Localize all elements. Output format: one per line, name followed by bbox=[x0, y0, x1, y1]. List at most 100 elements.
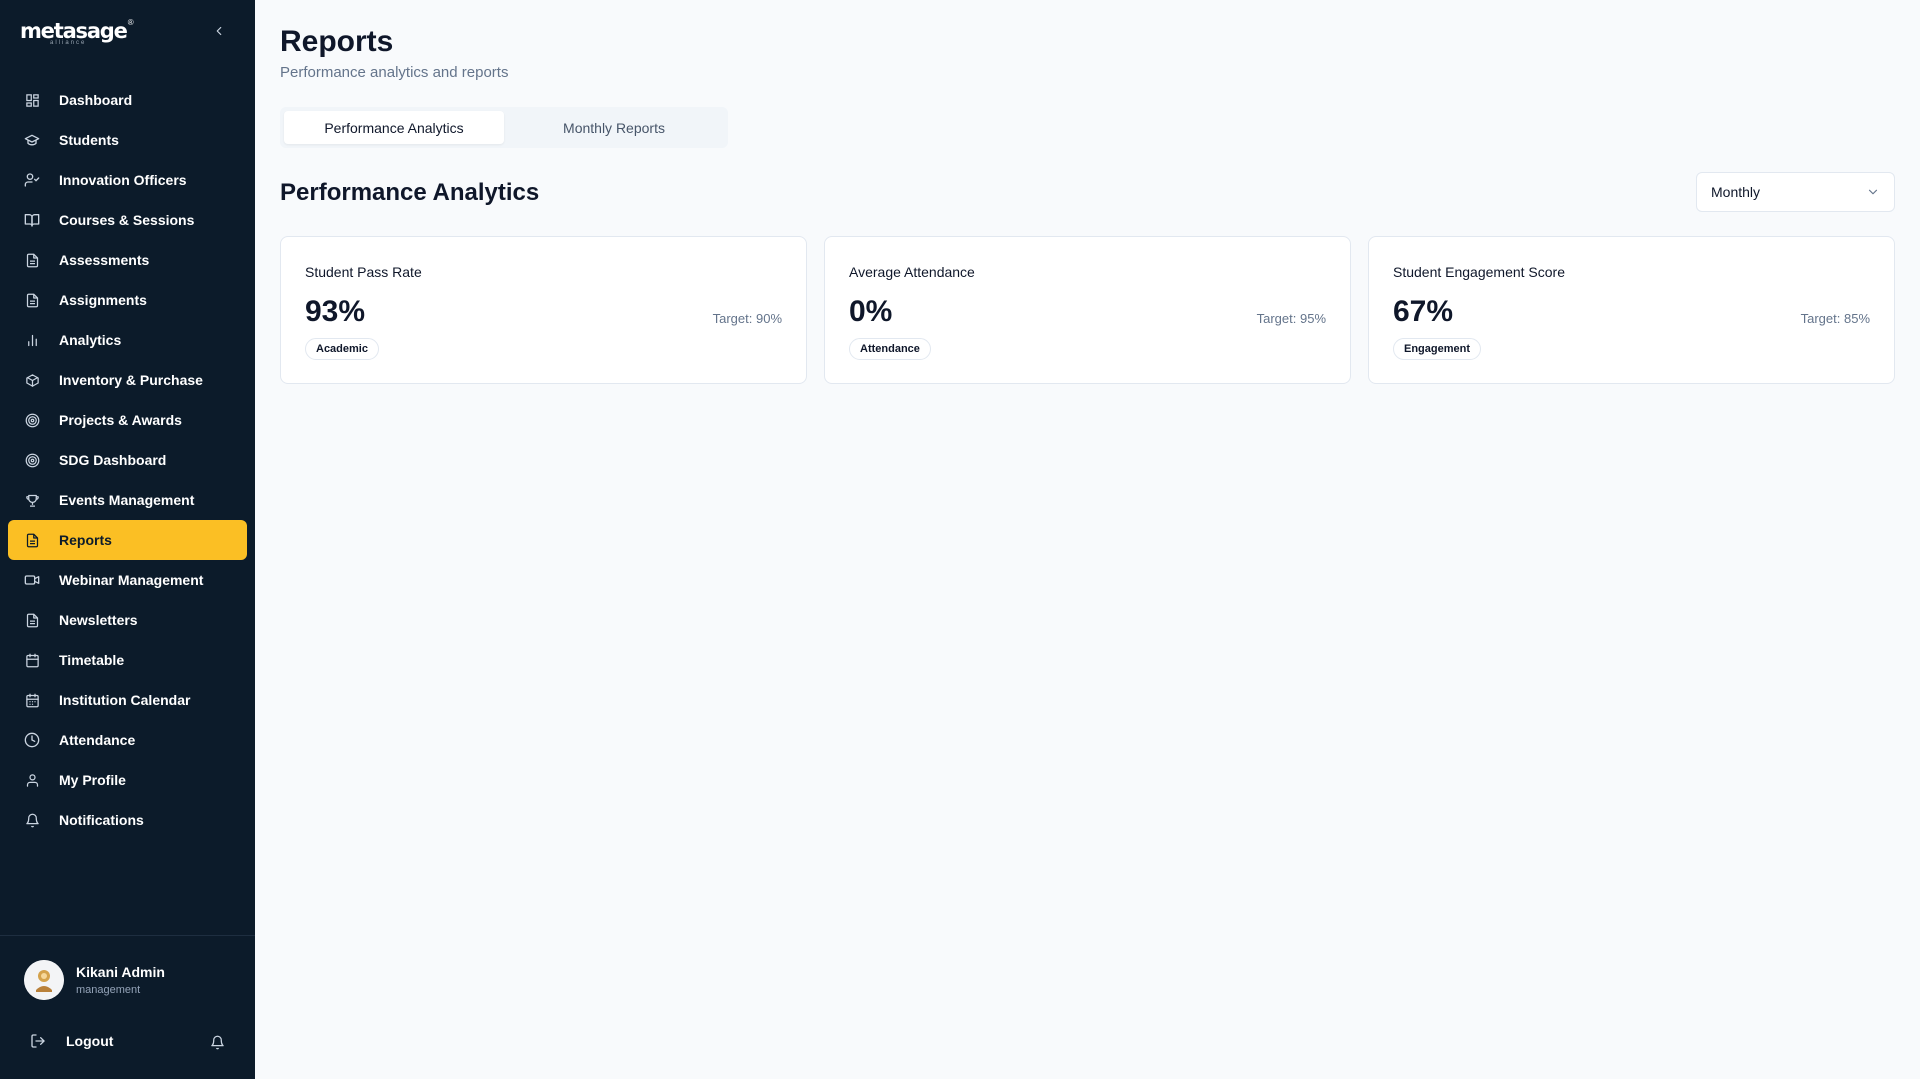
sidebar-item-label: Timetable bbox=[59, 652, 125, 668]
footer-notifications-button[interactable] bbox=[210, 1035, 228, 1053]
graduation-cap-icon bbox=[24, 132, 40, 148]
user-profile[interactable]: Kikani Admin management bbox=[24, 960, 165, 1000]
book-open-icon bbox=[24, 212, 40, 228]
sidebar-item-label: Events Management bbox=[59, 492, 195, 508]
sidebar-item-label: Attendance bbox=[59, 732, 136, 748]
metric-card-target: Target: 85% bbox=[1800, 311, 1870, 326]
sidebar-item-label: Institution Calendar bbox=[59, 692, 191, 708]
sidebar-item-analytics[interactable]: Analytics bbox=[8, 320, 247, 360]
file-text-icon bbox=[24, 252, 40, 268]
tab-performance-analytics[interactable]: Performance Analytics bbox=[284, 111, 504, 144]
metric-card-title: Student Pass Rate bbox=[305, 264, 422, 280]
metric-card-tag: Attendance bbox=[849, 338, 931, 360]
sidebar-item-label: Newsletters bbox=[59, 612, 138, 628]
sidebar-item-timetable[interactable]: Timetable bbox=[8, 640, 247, 680]
package-icon bbox=[24, 372, 40, 388]
tab-monthly-reports[interactable]: Monthly Reports bbox=[504, 111, 724, 144]
sidebar-item-label: Courses & Sessions bbox=[59, 212, 195, 228]
sidebar-item-label: Inventory & Purchase bbox=[59, 372, 203, 388]
metric-card-title: Student Engagement Score bbox=[1393, 264, 1566, 280]
sidebar-item-label: Reports bbox=[59, 532, 112, 548]
metric-card-engagement: Student Engagement Score 67% Target: 85%… bbox=[1368, 236, 1895, 384]
sidebar-item-label: Webinar Management bbox=[59, 572, 204, 588]
registered-mark: ® bbox=[127, 18, 134, 27]
sidebar-item-assignments[interactable]: Assignments bbox=[8, 280, 247, 320]
sidebar-item-label: Innovation Officers bbox=[59, 172, 187, 188]
metric-card-value: 67% bbox=[1393, 295, 1454, 328]
user-role: management bbox=[76, 984, 141, 996]
sidebar-item-institution-calendar[interactable]: Institution Calendar bbox=[8, 680, 247, 720]
report-tabs: Performance Analytics Monthly Reports bbox=[280, 107, 728, 148]
metric-card-value: 0% bbox=[849, 295, 893, 328]
sidebar-item-courses-sessions[interactable]: Courses & Sessions bbox=[8, 200, 247, 240]
calendar-icon bbox=[24, 652, 40, 668]
sidebar-item-innovation-officers[interactable]: Innovation Officers bbox=[8, 160, 247, 200]
sidebar-item-label: Analytics bbox=[59, 332, 122, 348]
chevron-left-icon bbox=[216, 26, 222, 36]
sidebar-item-label: Notifications bbox=[59, 812, 144, 828]
sidebar-item-label: Dashboard bbox=[59, 92, 133, 108]
bar-chart-icon bbox=[24, 332, 40, 348]
brand-subtext: alliance bbox=[50, 40, 87, 46]
logout-label: Logout bbox=[66, 1033, 114, 1049]
sidebar-divider bbox=[0, 935, 255, 936]
sidebar-item-dashboard[interactable]: Dashboard bbox=[8, 80, 247, 120]
sidebar-item-events-management[interactable]: Events Management bbox=[8, 480, 247, 520]
bell-icon bbox=[211, 1035, 224, 1050]
target-icon bbox=[24, 412, 40, 428]
period-select[interactable]: Monthly bbox=[1696, 172, 1895, 212]
metric-card-target: Target: 90% bbox=[712, 311, 782, 326]
metric-card-target: Target: 95% bbox=[1256, 311, 1326, 326]
sidebar-item-reports[interactable]: Reports bbox=[8, 520, 247, 560]
page-subtitle: Performance analytics and reports bbox=[280, 64, 509, 81]
sidebar-item-webinar-management[interactable]: Webinar Management bbox=[8, 560, 247, 600]
main-content: Reports Performance analytics and report… bbox=[255, 0, 1920, 1079]
sidebar-item-attendance[interactable]: Attendance bbox=[8, 720, 247, 760]
metric-card-value: 93% bbox=[305, 295, 366, 328]
metric-card-tag: Engagement bbox=[1393, 338, 1482, 360]
page-title: Reports bbox=[280, 25, 394, 58]
metric-card-attendance: Average Attendance 0% Target: 95% Attend… bbox=[824, 236, 1351, 384]
sidebar-item-label: Projects & Awards bbox=[59, 412, 182, 428]
sidebar-item-label: Students bbox=[59, 132, 119, 148]
sidebar-item-projects-awards[interactable]: Projects & Awards bbox=[8, 400, 247, 440]
user-name: Kikani Admin bbox=[76, 964, 165, 980]
file-text-icon bbox=[24, 612, 40, 628]
trophy-icon bbox=[24, 492, 40, 508]
avatar bbox=[24, 960, 64, 1000]
metric-cards: Student Pass Rate 93% Target: 90% Academ… bbox=[280, 236, 1895, 384]
calendar-days-icon bbox=[24, 692, 40, 708]
user-icon bbox=[24, 772, 40, 788]
sidebar-nav: Dashboard Students Innovation Officers C… bbox=[8, 80, 247, 840]
metric-card-pass-rate: Student Pass Rate 93% Target: 90% Academ… bbox=[280, 236, 807, 384]
sidebar-item-label: My Profile bbox=[59, 772, 126, 788]
bell-icon bbox=[24, 812, 40, 828]
metric-card-title: Average Attendance bbox=[849, 264, 975, 280]
chevron-down-icon bbox=[1868, 189, 1878, 195]
sidebar-item-inventory-purchase[interactable]: Inventory & Purchase bbox=[8, 360, 247, 400]
logout-button[interactable]: Logout bbox=[30, 1033, 113, 1049]
metric-card-tag: Academic bbox=[305, 338, 379, 360]
sidebar-item-sdg-dashboard[interactable]: SDG Dashboard bbox=[8, 440, 247, 480]
section-title: Performance Analytics bbox=[280, 179, 540, 206]
sidebar-item-assessments[interactable]: Assessments bbox=[8, 240, 247, 280]
sidebar-item-label: Assessments bbox=[59, 252, 150, 268]
file-text-icon bbox=[24, 532, 40, 548]
sidebar-item-label: Assignments bbox=[59, 292, 147, 308]
sidebar-item-newsletters[interactable]: Newsletters bbox=[8, 600, 247, 640]
collapse-sidebar-button[interactable] bbox=[208, 20, 230, 42]
brand-logo[interactable]: metasage ® alliance bbox=[20, 18, 134, 48]
clock-icon bbox=[24, 732, 40, 748]
sidebar-item-my-profile[interactable]: My Profile bbox=[8, 760, 247, 800]
sidebar-item-notifications[interactable]: Notifications bbox=[8, 800, 247, 840]
sidebar-item-students[interactable]: Students bbox=[8, 120, 247, 160]
sidebar: metasage ® alliance Dashboard Students In… bbox=[0, 0, 255, 1079]
target-icon bbox=[24, 452, 40, 468]
logout-icon bbox=[31, 1034, 45, 1048]
sidebar-item-label: SDG Dashboard bbox=[59, 452, 167, 468]
period-select-value: Monthly bbox=[1711, 184, 1761, 200]
video-icon bbox=[24, 572, 40, 588]
file-text-icon bbox=[24, 292, 40, 308]
user-check-icon bbox=[24, 172, 40, 188]
grid-icon bbox=[24, 92, 40, 108]
